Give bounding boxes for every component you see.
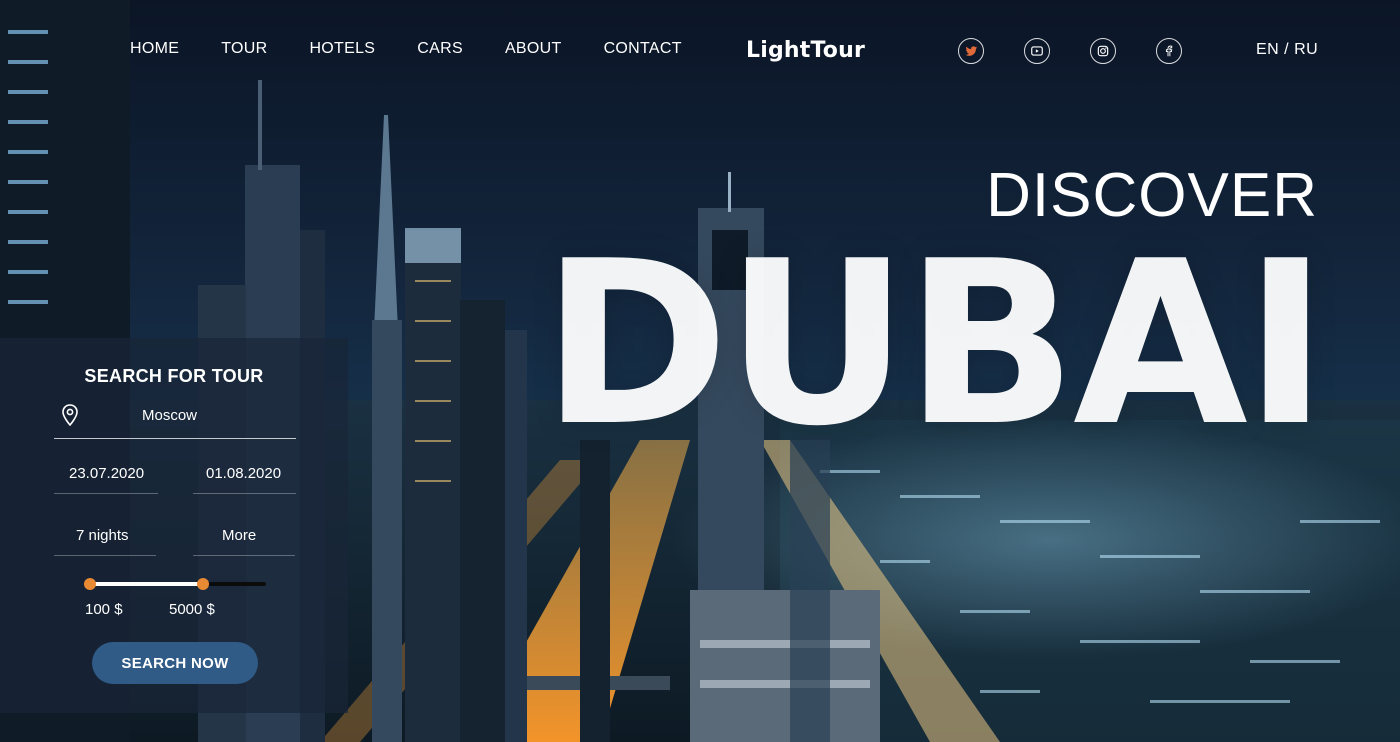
nav-tour[interactable]: TOUR: [221, 40, 267, 58]
location-pin-icon: [62, 404, 78, 426]
date-from-field[interactable]: 23.07.2020: [69, 465, 144, 482]
date-from-underline: [54, 493, 158, 494]
nights-underline: [54, 555, 156, 556]
nav-home[interactable]: HOME: [130, 40, 179, 58]
price-range-fill: [90, 582, 203, 586]
hero-title: DUBAI: [541, 213, 1328, 476]
location-field[interactable]: Moscow: [142, 407, 197, 424]
instagram-icon[interactable]: [1090, 38, 1116, 64]
more-underline: [193, 555, 295, 556]
facebook-icon[interactable]: [1156, 38, 1182, 64]
landing-page: HOME TOUR HOTELS CARS ABOUT CONTACT Ligh…: [0, 0, 1400, 742]
social-links: [958, 38, 1222, 64]
twitter-icon[interactable]: [958, 38, 984, 64]
search-now-button[interactable]: SEARCH NOW: [92, 642, 258, 684]
nav-cars[interactable]: CARS: [417, 40, 463, 58]
price-max-label: 5000 $: [169, 601, 215, 618]
nav-about[interactable]: ABOUT: [505, 40, 562, 58]
nav-hotels[interactable]: HOTELS: [309, 40, 375, 58]
nights-select[interactable]: 7 nights: [76, 527, 129, 544]
site-logo[interactable]: LightTour: [746, 38, 865, 63]
price-min-label: 100 $: [85, 601, 123, 618]
date-to-underline: [193, 493, 296, 494]
date-to-field[interactable]: 01.08.2020: [206, 465, 281, 482]
language-switcher[interactable]: EN / RU: [1256, 41, 1318, 59]
price-max-handle[interactable]: [197, 578, 209, 590]
youtube-icon[interactable]: [1024, 38, 1050, 64]
nav-contact[interactable]: CONTACT: [604, 40, 682, 58]
main-nav: HOME TOUR HOTELS CARS ABOUT CONTACT: [130, 40, 724, 58]
price-min-handle[interactable]: [84, 578, 96, 590]
location-underline: [54, 438, 296, 439]
more-options[interactable]: More: [222, 527, 256, 544]
search-panel-title: SEARCH FOR TOUR: [84, 366, 264, 386]
